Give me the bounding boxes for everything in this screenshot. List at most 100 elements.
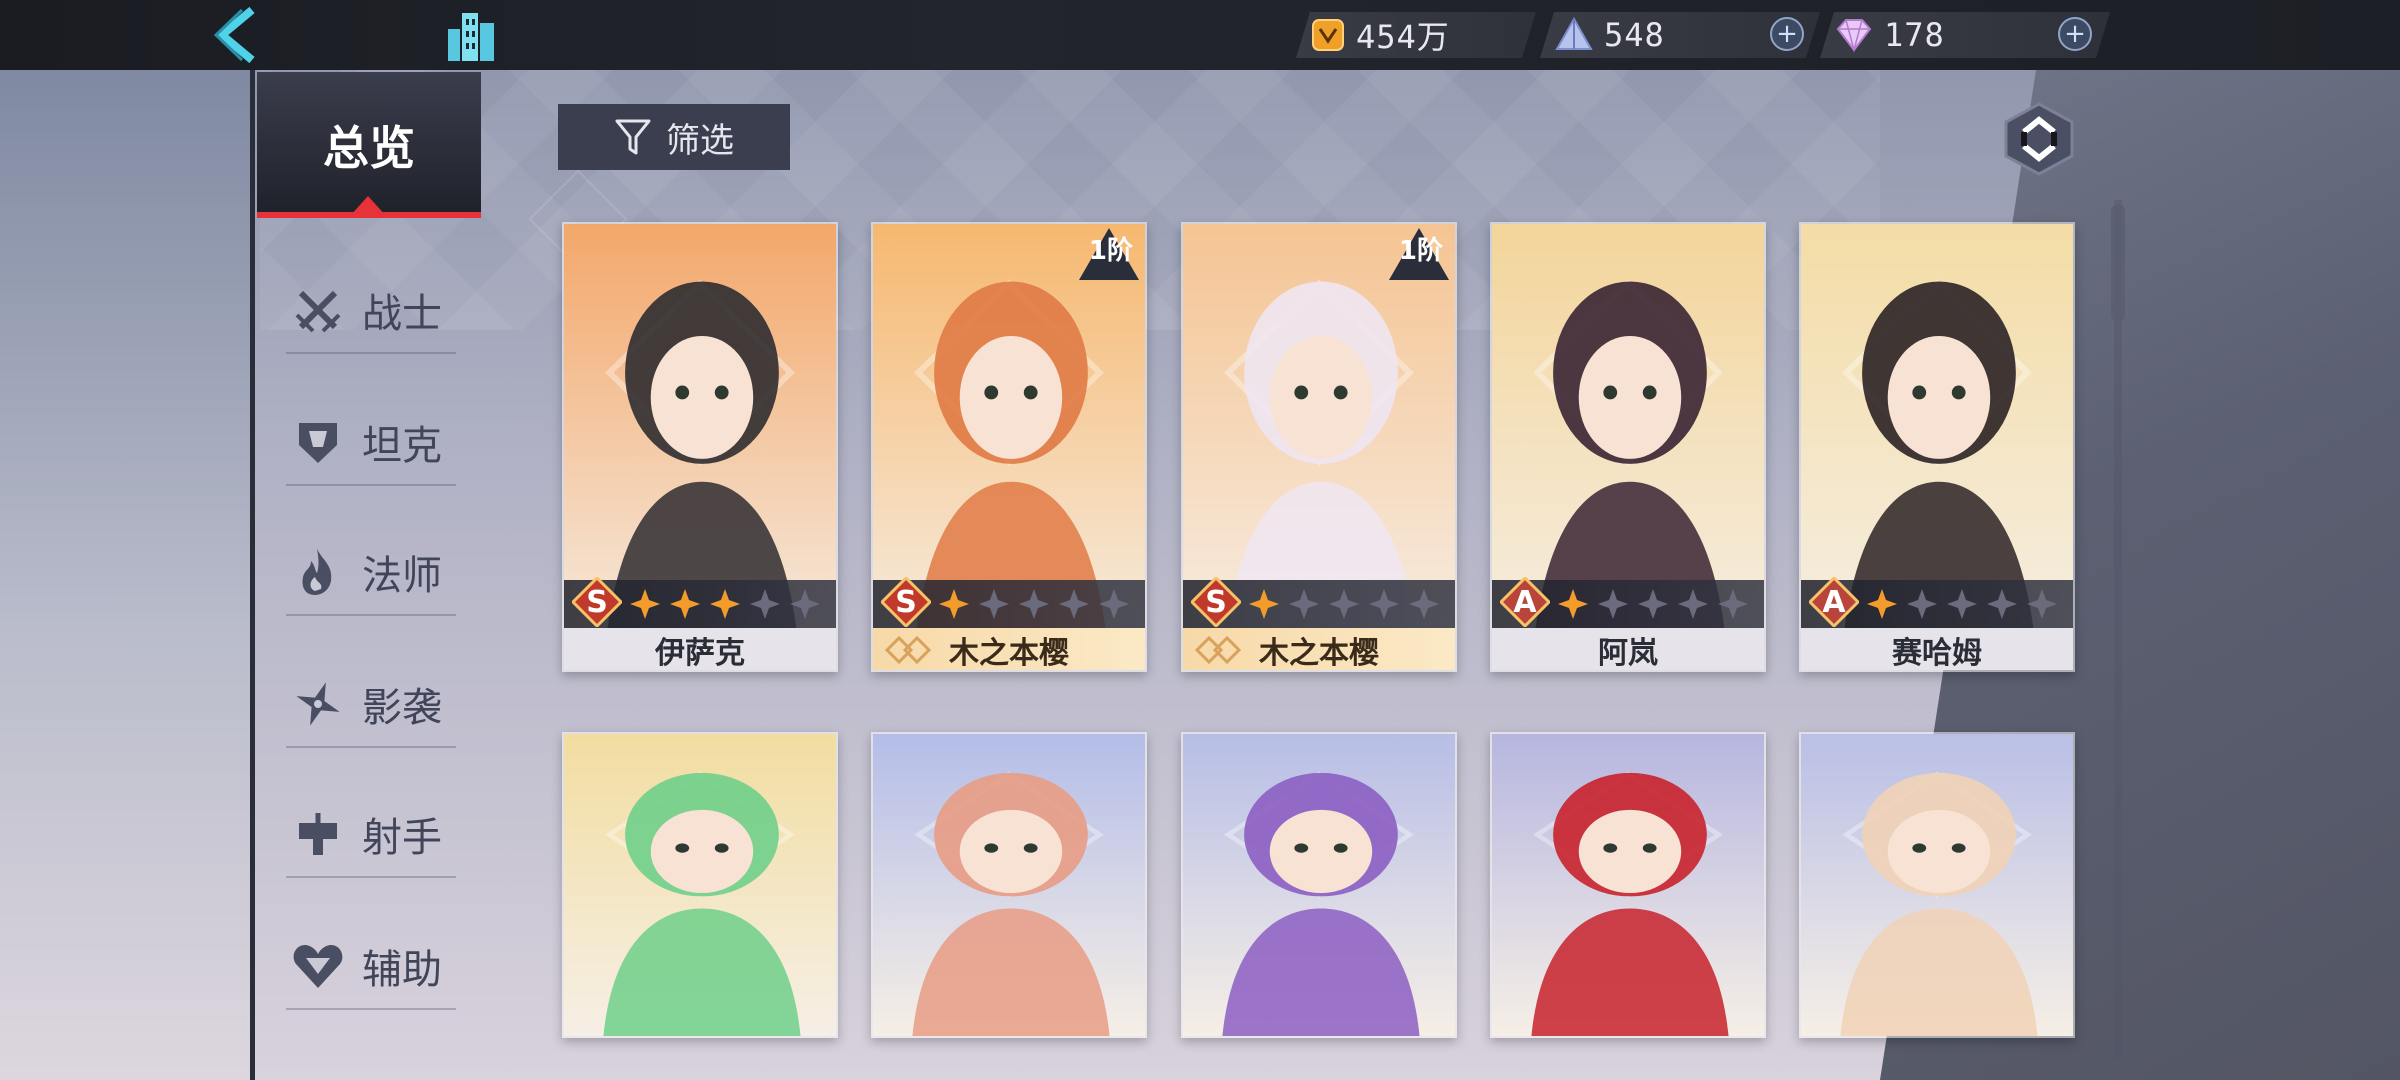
star-empty-icon [1676, 587, 1710, 621]
hero-card[interactable]: 1阶 S 木之本樱 [871, 222, 1147, 672]
rank-badge: S [881, 577, 931, 627]
back-button[interactable] [200, 6, 270, 64]
rank-letter: A [1513, 584, 1537, 620]
tier-badge: 1阶 [1071, 226, 1141, 286]
hero-portrait [564, 734, 836, 1036]
rank-ribbon: A [1801, 577, 2073, 628]
flame-icon [292, 546, 344, 598]
rank-ribbon: A [1492, 577, 1764, 628]
star-empty-icon [1097, 587, 1131, 621]
hero-name: 木之本樱 [949, 636, 1069, 671]
star-filled-icon [1865, 587, 1899, 621]
active-tab-caret [350, 196, 386, 216]
scrollbar-thumb[interactable] [2111, 204, 2125, 322]
star-empty-icon [977, 587, 1011, 621]
star-empty-icon [1716, 587, 1750, 621]
hero-card[interactable] [1799, 732, 2075, 1038]
hero-card[interactable]: A 赛哈姆 [1799, 222, 2075, 672]
heart-icon [292, 940, 344, 992]
scrollbar-track[interactable] [2114, 200, 2122, 1060]
star-empty-icon [1057, 587, 1091, 621]
star-empty-icon [1596, 587, 1630, 621]
hero-name: 伊萨克 [655, 636, 745, 671]
left-background [0, 70, 250, 1080]
add-crystal-button[interactable]: + [1770, 17, 1804, 51]
rank-letter: S [1205, 584, 1227, 620]
star-empty-icon [1367, 587, 1401, 621]
hero-card[interactable]: A 阿岚 [1490, 222, 1766, 672]
collab-emblem-icon [883, 634, 933, 666]
shield-helmet-icon [292, 416, 344, 468]
city-button[interactable] [432, 4, 512, 66]
hero-name-plate: 伊萨克 [564, 628, 836, 671]
tier-label: 1阶 [1398, 236, 1443, 266]
funnel-icon [615, 119, 651, 155]
star-filled-icon [708, 587, 742, 621]
hero-card[interactable]: 1阶 S 木之本樱 [1181, 222, 1457, 672]
star-empty-icon [2025, 587, 2059, 621]
refresh-button[interactable] [2000, 100, 2078, 178]
hero-name-plate: 木之本樱 [1183, 628, 1455, 670]
filter-label: 筛选 [666, 120, 734, 161]
hero-name-plate: 木之本樱 [873, 628, 1145, 671]
crossed-swords-icon [292, 284, 344, 336]
rank-badge: S [572, 577, 622, 627]
category-label: 战士 [362, 291, 442, 337]
hero-card[interactable] [562, 732, 838, 1038]
rank-letter: A [1822, 584, 1846, 620]
category-label: 法师 [362, 553, 442, 599]
star-empty-icon [1017, 587, 1051, 621]
star-empty-icon [1945, 587, 1979, 621]
crystal-pyramid-icon [1554, 16, 1594, 54]
plus-icon: + [2064, 19, 2086, 49]
category-support[interactable]: 辅助 [286, 924, 456, 1010]
category-warrior[interactable]: 战士 [286, 268, 456, 354]
star-empty-icon [1905, 587, 1939, 621]
gold-coin-icon [1310, 17, 1346, 53]
filter-button[interactable]: 筛选 [558, 104, 790, 170]
rank-badge: A [1809, 577, 1859, 627]
category-marksman[interactable]: 射手 [286, 792, 456, 878]
star-empty-icon [1287, 587, 1321, 621]
star-filled-icon [1556, 587, 1590, 621]
category-label: 辅助 [362, 947, 442, 993]
rank-letter: S [586, 584, 608, 620]
star-empty-icon [1636, 587, 1670, 621]
category-assassin[interactable]: 影袭 [286, 662, 456, 748]
rank-ribbon: S [1183, 577, 1455, 628]
hero-name: 赛哈姆 [1892, 636, 1982, 671]
back-arrow-icon [213, 6, 255, 64]
hero-card[interactable] [1490, 732, 1766, 1038]
tier-badge: 1阶 [1381, 226, 1451, 286]
rank-letter: S [895, 584, 917, 620]
hero-portrait [1183, 734, 1455, 1036]
overview-label: 总览 [323, 121, 415, 175]
category-tank[interactable]: 坦克 [286, 400, 456, 486]
hero-card[interactable] [1181, 732, 1457, 1038]
category-mage[interactable]: 法师 [286, 530, 456, 616]
hero-portrait [1801, 734, 2073, 1036]
category-label: 射手 [362, 815, 442, 861]
gold-counter: 454万 [1296, 12, 1536, 58]
plus-icon: + [1776, 19, 1798, 49]
crosshair-icon [292, 808, 344, 860]
hero-card[interactable] [871, 732, 1147, 1038]
star-filled-icon [1247, 587, 1281, 621]
crystal-value: 548 [1604, 16, 1665, 54]
hero-name-plate: 阿岚 [1492, 628, 1764, 671]
hero-portrait [1492, 734, 1764, 1036]
star-filled-icon [937, 587, 971, 621]
add-gem-button[interactable]: + [2058, 17, 2092, 51]
hero-name: 阿岚 [1598, 636, 1658, 671]
star-filled-icon [628, 587, 662, 621]
tier-label: 1阶 [1088, 236, 1133, 266]
star-empty-icon [748, 587, 782, 621]
star-empty-icon [1327, 587, 1361, 621]
collab-emblem-icon [1193, 634, 1243, 666]
category-label: 影袭 [362, 685, 442, 731]
city-buildings-icon [448, 13, 494, 61]
rank-ribbon: S [873, 577, 1145, 628]
category-label: 坦克 [362, 423, 442, 469]
hero-card[interactable]: S 伊萨克 [562, 222, 838, 672]
top-bar: 454万 548 + 178 + [0, 0, 2400, 70]
